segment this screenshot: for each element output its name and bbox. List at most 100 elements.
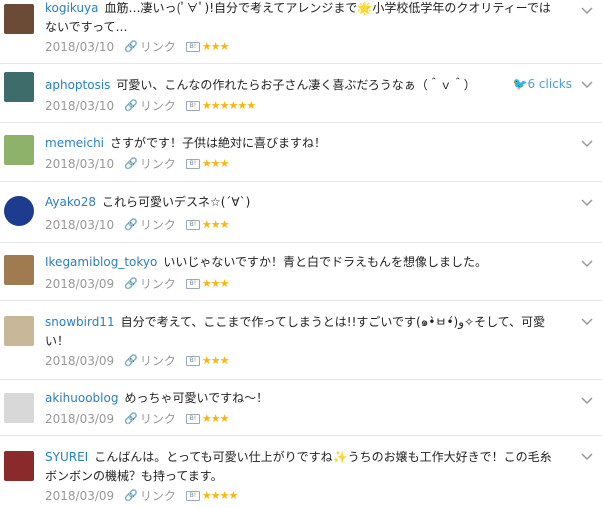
link-icon: 🔗	[124, 157, 138, 170]
comment-item: kogikuya 血筋…凄いっ(ﾟ∀ﾟ)!自分で考えてアレンジまで🌟小学校低学年の…	[0, 0, 602, 64]
bookmark-icon[interactable]: B!	[185, 356, 200, 366]
avatar[interactable]	[4, 393, 34, 423]
chevron-down-icon[interactable]	[580, 4, 594, 18]
comment-text: さすがです！子供は絶対に喜びますね！	[110, 136, 327, 150]
link-icon: 🔗	[124, 40, 138, 53]
comment-item: Ayako28 これら可愛いデスネ☆(´∀`) 2018/03/10 🔗 リンク B…	[0, 182, 602, 243]
username-link[interactable]: memeichi	[45, 136, 104, 150]
username-link[interactable]: Ikegamiblog_tokyo	[45, 255, 157, 269]
comment-date: 2018/03/10	[45, 157, 115, 171]
username-link[interactable]: kogikuya	[45, 1, 98, 15]
star-rating[interactable]: ★★★	[202, 156, 230, 172]
twitter-clicks[interactable]: 🐦6 clicks	[513, 77, 572, 91]
comment-date: 2018/03/09	[45, 277, 115, 291]
link-icon: 🔗	[124, 412, 138, 425]
star-rating[interactable]: ★★★	[202, 411, 230, 427]
link-label: リンク	[139, 99, 176, 113]
comment-item: Ikegamiblog_tokyo いいじゃないですか！青と白でドラえもんを想像し…	[0, 243, 602, 301]
comment-item: aphoptosis 可愛い、こんなの作れたらお子さん凄く喜ぶだろうなぁ（＾ｖ＾）…	[0, 64, 602, 123]
comment-text: 可愛い、こんなの作れたらお子さん凄く喜ぶだろうなぁ（＾ｖ＾）	[116, 78, 476, 92]
chevron-down-icon[interactable]	[580, 78, 594, 92]
link-icon: 🔗	[124, 99, 138, 112]
comment-text: これら可愛いデスネ☆(´∀`)	[101, 195, 251, 209]
link-icon: 🔗	[124, 218, 138, 231]
username-link[interactable]: SYUREI	[45, 450, 88, 464]
link-label: リンク	[139, 277, 176, 291]
link-button[interactable]: 🔗 リンク	[124, 217, 176, 233]
comment-meta: 2018/03/10 🔗 リンク B! ★★★	[45, 156, 230, 172]
comment-date: 2018/03/10	[45, 40, 115, 54]
chevron-down-icon[interactable]	[580, 196, 594, 210]
comment-body: aphoptosis 可愛い、こんなの作れたらお子さん凄く喜ぶだろうなぁ（＾ｖ＾）	[45, 76, 482, 95]
username-link[interactable]: snowbird11	[45, 315, 115, 329]
link-button[interactable]: 🔗 リンク	[124, 276, 176, 292]
comment-body: Ayako28 これら可愛いデスネ☆(´∀`)	[45, 193, 562, 212]
comment-body: snowbird11 自分で考えて、ここまで作ってしまうとは!!すごいです(๑•̀…	[45, 313, 562, 351]
bookmark-icon[interactable]: B!	[185, 159, 200, 169]
link-icon: 🔗	[124, 354, 138, 367]
link-button[interactable]: 🔗 リンク	[124, 488, 176, 504]
avatar[interactable]	[4, 4, 34, 34]
bookmark-icon[interactable]: B!	[185, 279, 200, 289]
star-rating[interactable]: ★★★	[202, 39, 230, 55]
star-rating[interactable]: ★★★	[202, 353, 230, 369]
avatar[interactable]	[4, 135, 34, 165]
chevron-down-icon[interactable]	[580, 257, 594, 271]
comment-item: SYUREI こんばんは。とっても可愛い仕上がりですね✨うちのお嬢も工作大好きで！…	[0, 436, 602, 508]
avatar[interactable]	[4, 72, 34, 102]
comment-date: 2018/03/09	[45, 412, 115, 426]
username-link[interactable]: Ayako28	[45, 195, 96, 209]
bookmark-icon[interactable]: B!	[185, 42, 200, 52]
star-rating[interactable]: ★★★★★★	[202, 98, 256, 114]
bookmark-icon[interactable]: B!	[185, 414, 200, 424]
link-label: リンク	[139, 489, 176, 503]
link-label: リンク	[139, 412, 176, 426]
link-icon: 🔗	[124, 489, 138, 502]
star-rating[interactable]: ★★★	[202, 276, 230, 292]
comment-date: 2018/03/10	[45, 218, 115, 232]
comment-meta: 2018/03/09 🔗 リンク B! ★★★	[45, 411, 230, 427]
comment-date: 2018/03/10	[45, 99, 115, 113]
chevron-down-icon[interactable]	[580, 394, 594, 408]
bookmark-icon[interactable]: B!	[185, 101, 200, 111]
comment-meta: 2018/03/09 🔗 リンク B! ★★★	[45, 353, 230, 369]
comment-text: こんばんは。とっても可愛い仕上がりですね✨うちのお嬢も工作大好きで！この毛糸ボン…	[45, 450, 552, 483]
comment-body: kogikuya 血筋…凄いっ(ﾟ∀ﾟ)!自分で考えてアレンジまで🌟小学校低学年の…	[45, 0, 562, 37]
avatar[interactable]	[4, 255, 34, 285]
username-link[interactable]: aphoptosis	[45, 78, 110, 92]
avatar[interactable]	[4, 196, 34, 226]
link-label: リンク	[139, 40, 176, 54]
twitter-icon: 🐦	[512, 77, 528, 91]
comment-meta: 2018/03/10 🔗 リンク B! ★★★	[45, 39, 230, 55]
link-label: リンク	[139, 157, 176, 171]
link-button[interactable]: 🔗 リンク	[124, 39, 176, 55]
star-rating[interactable]: ★★★	[202, 217, 230, 233]
bookmark-icon[interactable]: B!	[185, 491, 200, 501]
comment-body: memeichi さすがです！子供は絶対に喜びますね！	[45, 134, 562, 153]
link-button[interactable]: 🔗 リンク	[124, 98, 176, 114]
avatar[interactable]	[4, 316, 34, 346]
link-label: リンク	[139, 354, 176, 368]
link-button[interactable]: 🔗 リンク	[124, 411, 176, 427]
link-button[interactable]: 🔗 リンク	[124, 156, 176, 172]
comment-meta: 2018/03/09 🔗 リンク B! ★★★★	[45, 488, 238, 504]
star-rating[interactable]: ★★★★	[202, 488, 238, 504]
chevron-down-icon[interactable]	[580, 137, 594, 151]
username-link[interactable]: akihuooblog	[45, 391, 118, 405]
comment-item: snowbird11 自分で考えて、ここまで作ってしまうとは!!すごいです(๑•̀…	[0, 301, 602, 380]
chevron-down-icon[interactable]	[580, 450, 594, 464]
clicks-label: 6 clicks	[527, 77, 572, 91]
bookmark-icon[interactable]: B!	[185, 220, 200, 230]
avatar[interactable]	[4, 451, 34, 481]
comment-body: SYUREI こんばんは。とっても可愛い仕上がりですね✨うちのお嬢も工作大好きで！…	[45, 448, 562, 486]
comment-text: 血筋…凄いっ(ﾟ∀ﾟ)!自分で考えてアレンジまで🌟小学校低学年のクオリティーでは…	[45, 1, 551, 34]
link-button[interactable]: 🔗 リンク	[124, 353, 176, 369]
chevron-down-icon[interactable]	[580, 315, 594, 329]
comment-meta: 2018/03/09 🔗 リンク B! ★★★	[45, 276, 230, 292]
comment-text: めっちゃ可愛いですね～！	[124, 391, 269, 405]
comment-item: memeichi さすがです！子供は絶対に喜びますね！ 2018/03/10 🔗 リ…	[0, 123, 602, 182]
comment-date: 2018/03/09	[45, 354, 115, 368]
comment-item: akihuooblog めっちゃ可愛いですね～！ 2018/03/09 🔗 リンク …	[0, 380, 602, 436]
comment-meta: 2018/03/10 🔗 リンク B! ★★★★★★	[45, 98, 256, 114]
comment-text: 自分で考えて、ここまで作ってしまうとは!!すごいです(๑•̀ㅂ•́)و✧そして、…	[45, 315, 546, 348]
